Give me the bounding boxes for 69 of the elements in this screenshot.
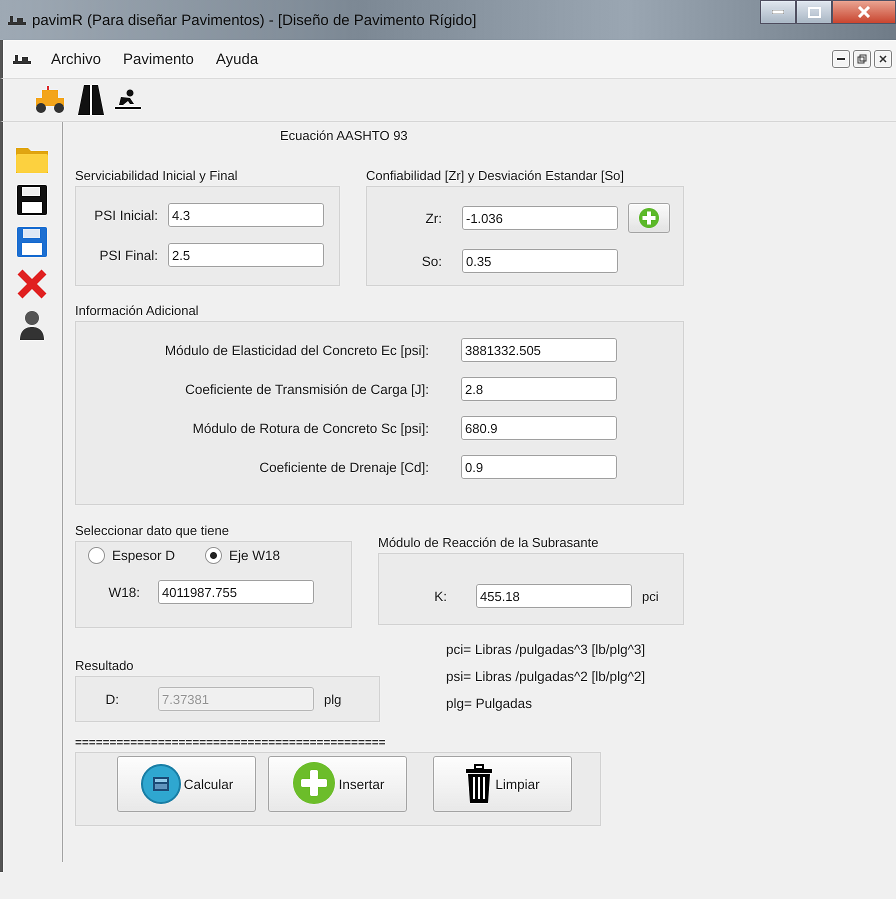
group-title: Información Adicional xyxy=(75,303,200,320)
road-icon[interactable] xyxy=(77,85,105,115)
separator-text: ============================================= xyxy=(75,737,387,751)
calculate-button[interactable]: Calcular xyxy=(117,756,256,812)
calculator-icon xyxy=(140,763,182,805)
radio-button[interactable] xyxy=(205,547,222,564)
maximize-button[interactable] xyxy=(796,0,832,24)
unit-note: pci= Libras /pulgadas^3 [lb/plg^3] xyxy=(446,642,646,659)
close-button[interactable] xyxy=(832,0,896,24)
input-field[interactable]: 680.9 xyxy=(461,416,617,440)
close-icon xyxy=(878,54,888,64)
input-field[interactable]: 0.9 xyxy=(461,455,617,479)
minimize-icon xyxy=(772,10,784,14)
input-field[interactable]: 4011987.755 xyxy=(158,580,314,604)
delete-icon[interactable] xyxy=(16,268,48,300)
plus-icon xyxy=(290,761,337,807)
restore-icon xyxy=(857,54,867,64)
person-icon[interactable] xyxy=(18,310,44,340)
worker-icon[interactable] xyxy=(115,89,141,111)
form-heading: Ecuación AASHTO 93 xyxy=(280,128,409,145)
close-button[interactable] xyxy=(874,50,892,68)
unit-note: psi= Libras /pulgadas^2 [lb/plg^2] xyxy=(446,669,646,686)
menu-item[interactable]: Pavimento xyxy=(121,48,196,70)
input-field[interactable]: 455.18 xyxy=(476,584,632,608)
menu-item[interactable]: Ayuda xyxy=(214,48,260,70)
minimize-button[interactable] xyxy=(760,0,796,24)
roller-icon[interactable] xyxy=(33,86,67,114)
app-icon xyxy=(8,14,26,26)
group-title: Resultado xyxy=(75,658,135,675)
group-title: Módulo de Reacción de la Subrasante xyxy=(378,535,600,552)
input-field[interactable]: 0.35 xyxy=(462,249,618,273)
field-label: D: xyxy=(104,692,119,706)
trash-icon xyxy=(465,764,494,804)
radio-button[interactable] xyxy=(88,547,105,564)
menu-item[interactable]: Archivo xyxy=(49,48,104,70)
input-field[interactable]: 2.5 xyxy=(168,243,324,267)
field-label: PSI Inicial: xyxy=(93,208,158,222)
radio-option[interactable]: Eje W18 xyxy=(205,547,280,564)
field-label: Módulo de Elasticidad del Concreto Ec [psi]: xyxy=(164,342,429,358)
field-label: W18: xyxy=(107,584,140,600)
option-label: Eje W18 xyxy=(229,548,280,563)
field-label: Zr: xyxy=(424,210,442,226)
insert-button[interactable]: Insertar xyxy=(268,756,407,812)
app-icon xyxy=(13,53,31,65)
group-title: Seleccionar dato que tiene xyxy=(75,523,230,540)
input-field[interactable]: -1.036 xyxy=(462,206,618,230)
field-label: K: xyxy=(433,588,447,604)
clear-button[interactable]: Limpiar xyxy=(433,756,572,812)
input-field[interactable]: 3881332.505 xyxy=(461,338,617,362)
field-label: So: xyxy=(420,254,442,268)
option-label: Espesor D xyxy=(112,548,176,563)
unit-note: plg= Pulgadas xyxy=(446,696,533,713)
group-title: Serviciabilidad Inicial y Final xyxy=(75,168,239,185)
window-title: pavimR (Para diseñar Pavimentos) - [Diseño de Pavimento Rígido] xyxy=(32,12,476,28)
minimize-button[interactable] xyxy=(832,50,850,68)
field-label: PSI Final: xyxy=(98,248,158,262)
group-title: Confiabilidad [Zr] y Desviación Estandar [So] xyxy=(366,168,625,185)
radio-option[interactable]: Espesor D xyxy=(88,547,176,564)
input-field[interactable]: 2.8 xyxy=(461,377,617,401)
field-label: Coeficiente de Drenaje [Cd]: xyxy=(258,460,429,474)
unit-label: plg xyxy=(324,692,342,706)
input-field[interactable]: 4.3 xyxy=(168,203,324,227)
field-label: Módulo de Rotura de Concreto Sc [psi]: xyxy=(192,420,429,436)
close-icon xyxy=(857,6,871,18)
field-label: Coeficiente de Transmisión de Carga [J]: xyxy=(184,382,429,396)
restore-button[interactable] xyxy=(853,50,871,68)
plus-icon xyxy=(638,207,660,229)
maximize-icon xyxy=(808,6,820,18)
unit-label: pci xyxy=(642,588,659,604)
